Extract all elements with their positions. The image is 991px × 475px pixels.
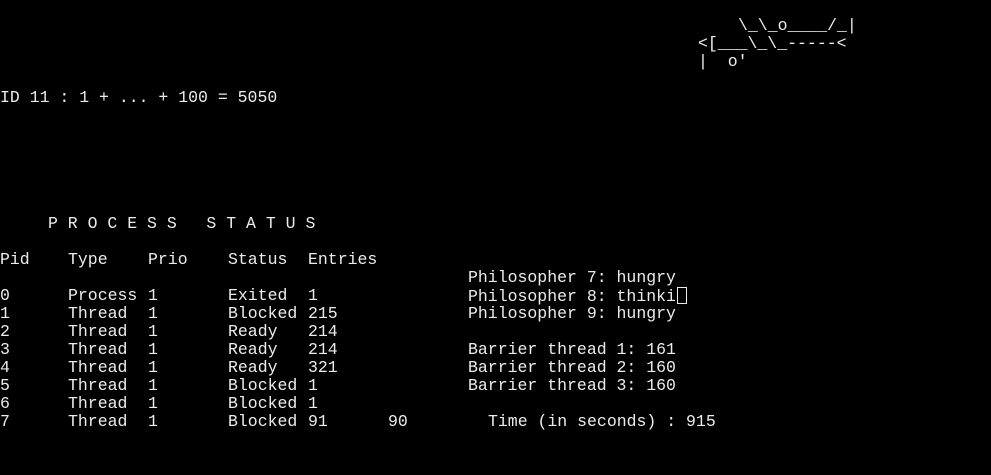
row-status: Blocked [228, 376, 298, 395]
header-prio: Prio [148, 250, 188, 269]
row-status: Exited [228, 286, 288, 305]
barrier-thread-2: Barrier thread 2: 160 [468, 358, 676, 377]
row-prio: 1 [148, 286, 158, 305]
header-entries: Entries [308, 250, 378, 269]
row-entries: 91 [308, 412, 328, 431]
row-prio: 1 [148, 412, 158, 431]
row-entries: 1 [308, 376, 318, 395]
header-status: Status [228, 250, 288, 269]
row-status: Blocked [228, 412, 298, 431]
barrier-thread-3: Barrier thread 3: 160 [468, 376, 676, 395]
row-entries: 1 [308, 286, 318, 305]
elapsed-time: Time (in seconds) : 915 [488, 412, 716, 431]
barrier-thread-1: Barrier thread 1: 161 [468, 340, 676, 359]
row-type: Thread [68, 376, 128, 395]
row-type: Thread [68, 322, 128, 341]
row-entries: 214 [308, 322, 338, 341]
row-status: Blocked [228, 394, 298, 413]
row-type: Thread [68, 304, 128, 323]
row-entries: 215 [308, 304, 338, 323]
row-type: Thread [68, 394, 128, 413]
row-type: Thread [68, 340, 128, 359]
row-prio: 1 [148, 376, 158, 395]
row-pid: 6 [0, 394, 10, 413]
ascii-art-line-3: | o' [698, 52, 748, 71]
row-type: Process [68, 286, 138, 305]
process-status-title: P R O C E S S S T A T U S [48, 214, 316, 233]
row-entries: 214 [308, 340, 338, 359]
row-pid: 2 [0, 322, 10, 341]
row-pid: 3 [0, 340, 10, 359]
row-status: Ready [228, 358, 278, 377]
row-entries: 1 [308, 394, 318, 413]
ascii-art-line-2: <[___\_\_-----< [698, 34, 847, 53]
row-prio: 1 [148, 322, 158, 341]
row-type: Thread [68, 412, 128, 431]
sum-output-line: ID 11 : 1 + ... + 100 = 5050 [0, 88, 278, 107]
row-entries: 321 [308, 358, 338, 377]
row-pid: 5 [0, 376, 10, 395]
row-prio: 1 [148, 394, 158, 413]
row-pid: 7 [0, 412, 10, 431]
philosopher-status-9: Philosopher 9: hungry [468, 304, 676, 323]
row-status: Ready [228, 340, 278, 359]
row-pid: 0 [0, 286, 10, 305]
row-prio: 1 [148, 340, 158, 359]
row-prio: 1 [148, 304, 158, 323]
row-prio: 1 [148, 358, 158, 377]
ascii-art-line-1: \_\_o____/_| [738, 16, 857, 35]
philosopher-status-7: Philosopher 7: hungry [468, 268, 676, 287]
philosopher-status-8: Philosopher 8: thinki [468, 287, 687, 306]
row-pid: 1 [0, 304, 10, 323]
row-type: Thread [68, 358, 128, 377]
header-type: Type [68, 250, 108, 269]
text-cursor [676, 287, 687, 304]
header-pid: Pid [0, 250, 30, 269]
row-status: Blocked [228, 304, 298, 323]
row-status: Ready [228, 322, 278, 341]
row-pid: 4 [0, 358, 10, 377]
extra-value: 90 [388, 412, 408, 431]
